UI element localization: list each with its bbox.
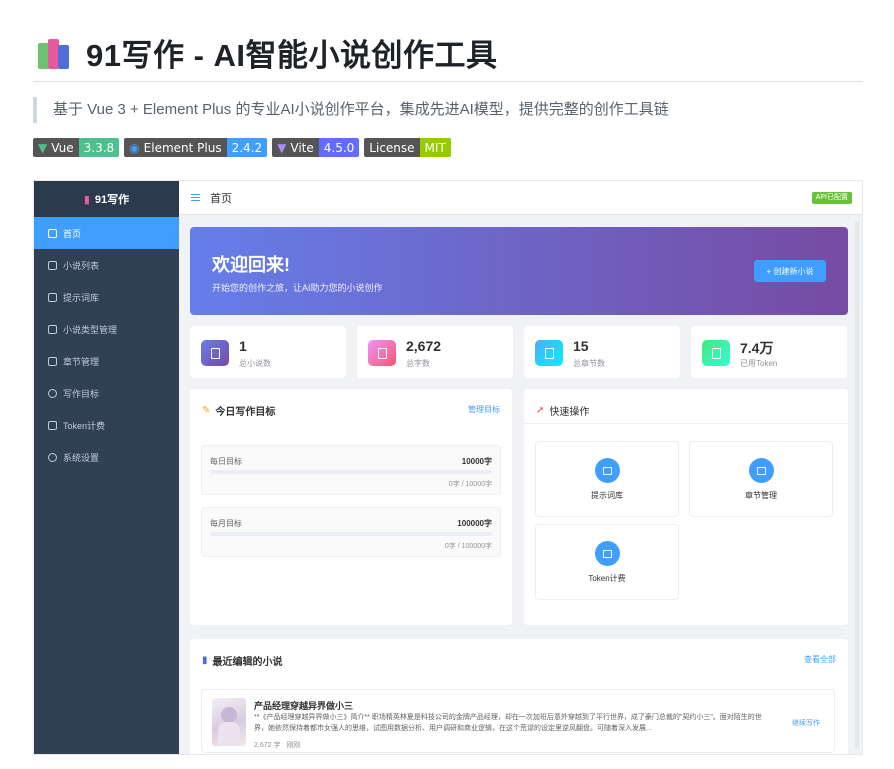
stat-value: 2,672 [406, 338, 442, 354]
badge-row: ▼ Vue 3.3.8 ◉ Element Plus 2.4.2 ▼ Vite 4.5… [33, 138, 451, 157]
stat-value: 15 [573, 338, 589, 354]
writing-goals-panel: ✎ 今日写作目标 管理目标 每日目标 10000字 0字 / 10000字 每月目… [190, 389, 512, 625]
create-novel-button[interactable]: + 创建新小说 [754, 260, 826, 282]
badge-element-plus[interactable]: ◉ Element Plus 2.4.2 [124, 138, 268, 157]
books-icon [36, 37, 72, 69]
main-content: 欢迎回来! 开始您的创作之旅，让AI助力您的小说创作 + 创建新小说 1 总小说… [179, 215, 862, 754]
sidebar-item-prompts[interactable]: 提示词库 [34, 281, 179, 313]
stat-label: 总章节数 [573, 359, 605, 368]
scrollbar[interactable] [855, 221, 859, 749]
book-icon [749, 458, 774, 483]
stat-card-words: 2,672 总字数 [357, 326, 513, 378]
vue-icon: ▼ [38, 140, 48, 155]
panel-title: ✎ 今日写作目标 [202, 405, 276, 418]
title-divider [33, 81, 863, 82]
novel-title: 产品经理穿越异界做小三 [254, 701, 354, 711]
gear-icon [48, 452, 57, 462]
stat-value: 1 [239, 338, 247, 354]
card-icon [48, 420, 57, 430]
top-bar: 首页 API已配置 [179, 181, 862, 215]
panel-title: ▮ 最近编辑的小说 [202, 655, 283, 668]
novel-cover [212, 698, 246, 746]
description-quote: 基于 Vue 3 + Element Plus 的专业AI小说创作平台，集成先进… [33, 97, 669, 123]
progress-bar [210, 470, 492, 474]
continue-writing-link[interactable]: 继续写作 [792, 718, 820, 728]
welcome-title: 欢迎回来! [212, 255, 290, 275]
document-icon [201, 340, 229, 366]
element-icon: ◉ [129, 140, 140, 155]
stat-label: 总字数 [406, 359, 430, 368]
sidebar-item-token[interactable]: Token计费 [34, 409, 179, 441]
novel-meta: 2,672 字 刚刚 [254, 742, 301, 749]
recent-novels-panel: ▮ 最近编辑的小说 查看全部 产品经理穿越异界做小三 **《产品经理穿越异界做小三… [190, 639, 848, 754]
goal-daily: 每日目标 10000字 0字 / 10000字 [201, 445, 501, 495]
sidebar-item-chapters[interactable]: 章节管理 [34, 345, 179, 377]
readme-title: 91写作 - AI智能小说创作工具 [36, 30, 498, 75]
book-icon [48, 356, 57, 366]
vite-icon: ▼ [277, 140, 287, 155]
card-icon [595, 541, 620, 566]
card-icon [702, 340, 730, 366]
books-icon: ▮ [83, 193, 90, 206]
stat-label: 已用Token [740, 359, 778, 368]
target-icon [48, 388, 57, 398]
api-status-badge: API已配置 [811, 192, 852, 204]
sidebar-item-novels[interactable]: 小说列表 [34, 249, 179, 281]
quick-actions-panel: ➚ 快速操作 提示词库 章节管理 Token计费 [524, 389, 848, 625]
books-icon: ▮ [202, 655, 208, 666]
stat-value: 7.4万 [740, 340, 774, 356]
edit-icon [368, 340, 396, 366]
quick-prompts-button[interactable]: 提示词库 [535, 441, 679, 517]
home-icon [48, 228, 57, 238]
novel-card[interactable]: 产品经理穿越异界做小三 **《产品经理穿越异界做小三》简介** 职场精英林夏是科… [201, 689, 835, 753]
view-all-link[interactable]: 查看全部 [804, 654, 836, 665]
rocket-icon: ➚ [536, 405, 545, 416]
quick-token-button[interactable]: Token计费 [535, 524, 679, 600]
app-screenshot: ▮ 91写作 首页 小说列表 提示词库 小说类型管理 章节管理 写作目标 Tok… [33, 180, 863, 755]
badge-license[interactable]: License MIT [364, 138, 451, 157]
welcome-subtitle: 开始您的创作之旅，让AI助力您的小说创作 [212, 283, 383, 293]
folder-icon [48, 324, 57, 334]
stat-label: 总小说数 [239, 359, 271, 368]
sidebar-item-goals[interactable]: 写作目标 [34, 377, 179, 409]
page-title: 91写作 - AI智能小说创作工具 [86, 38, 498, 73]
panel-title: ➚ 快速操作 [536, 405, 590, 418]
breadcrumb: 首页 [210, 192, 232, 205]
sidebar: ▮ 91写作 首页 小说列表 提示词库 小说类型管理 章节管理 写作目标 Tok… [34, 181, 179, 754]
stat-card-novels: 1 总小说数 [190, 326, 346, 378]
goal-monthly: 每月目标 100000字 0字 / 100000字 [201, 507, 501, 557]
badge-vue[interactable]: ▼ Vue 3.3.8 [33, 138, 120, 157]
chat-icon [48, 292, 57, 302]
badge-vite[interactable]: ▼ Vite 4.5.0 [272, 138, 360, 157]
book-icon [535, 340, 563, 366]
memo-icon: ✎ [202, 405, 211, 416]
sidebar-item-home[interactable]: 首页 [34, 217, 179, 249]
menu-icon[interactable] [191, 194, 200, 201]
novel-description: **《产品经理穿越异界做小三》简介** 职场精英林夏是科技公司的金牌产品经理，却… [254, 714, 762, 732]
sidebar-item-genres[interactable]: 小说类型管理 [34, 313, 179, 345]
stat-card-token: 7.4万 已用Token [691, 326, 847, 378]
chat-icon [595, 458, 620, 483]
progress-bar [210, 532, 492, 536]
manage-goals-link[interactable]: 管理目标 [468, 404, 500, 415]
stat-card-chapters: 15 总章节数 [524, 326, 680, 378]
document-icon [48, 260, 57, 270]
quick-chapters-button[interactable]: 章节管理 [689, 441, 833, 517]
sidebar-item-settings[interactable]: 系统设置 [34, 441, 179, 473]
sidebar-logo[interactable]: ▮ 91写作 [34, 181, 179, 217]
welcome-banner: 欢迎回来! 开始您的创作之旅，让AI助力您的小说创作 + 创建新小说 [190, 227, 848, 315]
